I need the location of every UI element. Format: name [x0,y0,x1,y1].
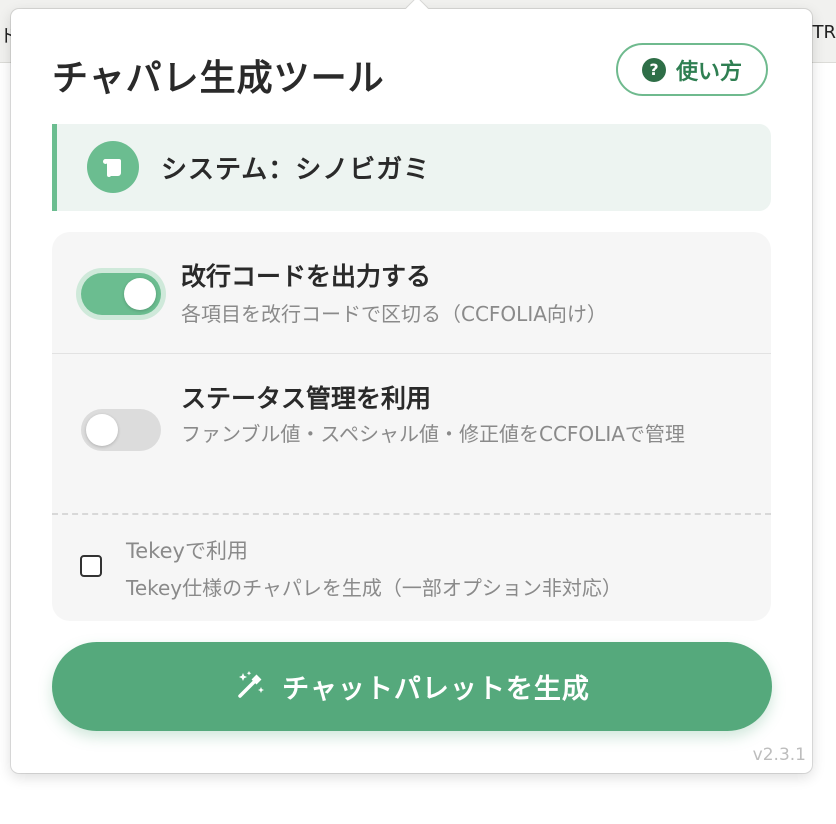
extension-popup: チャパレ生成ツール ? 使い方 システム：シノビガミ 改行コードを出力する 各項… [11,0,812,773]
question-circle-icon: ? [641,57,666,82]
toggle-knob [124,278,156,310]
option-status-title: ステータス管理を利用 [181,384,432,413]
scroll-icon [87,141,139,193]
options-panel: 改行コードを出力する 各項目を改行コードで区切る（CCFOLIA向け） ステータ… [52,232,771,621]
system-banner: システム：シノビガミ [52,124,771,211]
option-newline-row: 改行コードを出力する 各項目を改行コードで区切る（CCFOLIA向け） [52,232,771,354]
system-label: システム：シノビガミ [161,155,431,185]
tekey-description: Tekey仕様のチャパレを生成（一部オプション非対応） [126,576,622,600]
newline-toggle[interactable] [81,273,161,315]
option-status-description: ファンブル値・スペシャル値・修正値をCCFOLIAで管理 [181,422,685,446]
help-button-label: 使い方 [675,59,742,85]
background-text-right: TR [812,22,836,43]
option-newline-description: 各項目を改行コードで区切る（CCFOLIA向け） [181,302,607,326]
tekey-checkbox[interactable] [80,555,102,577]
generate-button-label: チャットパレットを生成 [282,674,590,705]
option-status-row: ステータス管理を利用 ファンブル値・スペシャル値・修正値をCCFOLIAで管理 [52,354,771,515]
option-tekey-row: Tekeyで利用 Tekey仕様のチャパレを生成（一部オプション非対応） [52,515,771,621]
generate-palette-button[interactable]: チャットパレットを生成 [52,642,772,731]
page-title: チャパレ生成ツール [52,58,385,99]
tekey-title: Tekeyで利用 [126,539,248,563]
status-management-toggle[interactable] [81,409,161,451]
option-newline-title: 改行コードを出力する [181,262,432,291]
magic-wand-icon [234,669,266,705]
help-button[interactable]: ? 使い方 [616,43,768,96]
version-label: v2.3.1 [752,745,806,765]
toggle-knob [86,414,118,446]
